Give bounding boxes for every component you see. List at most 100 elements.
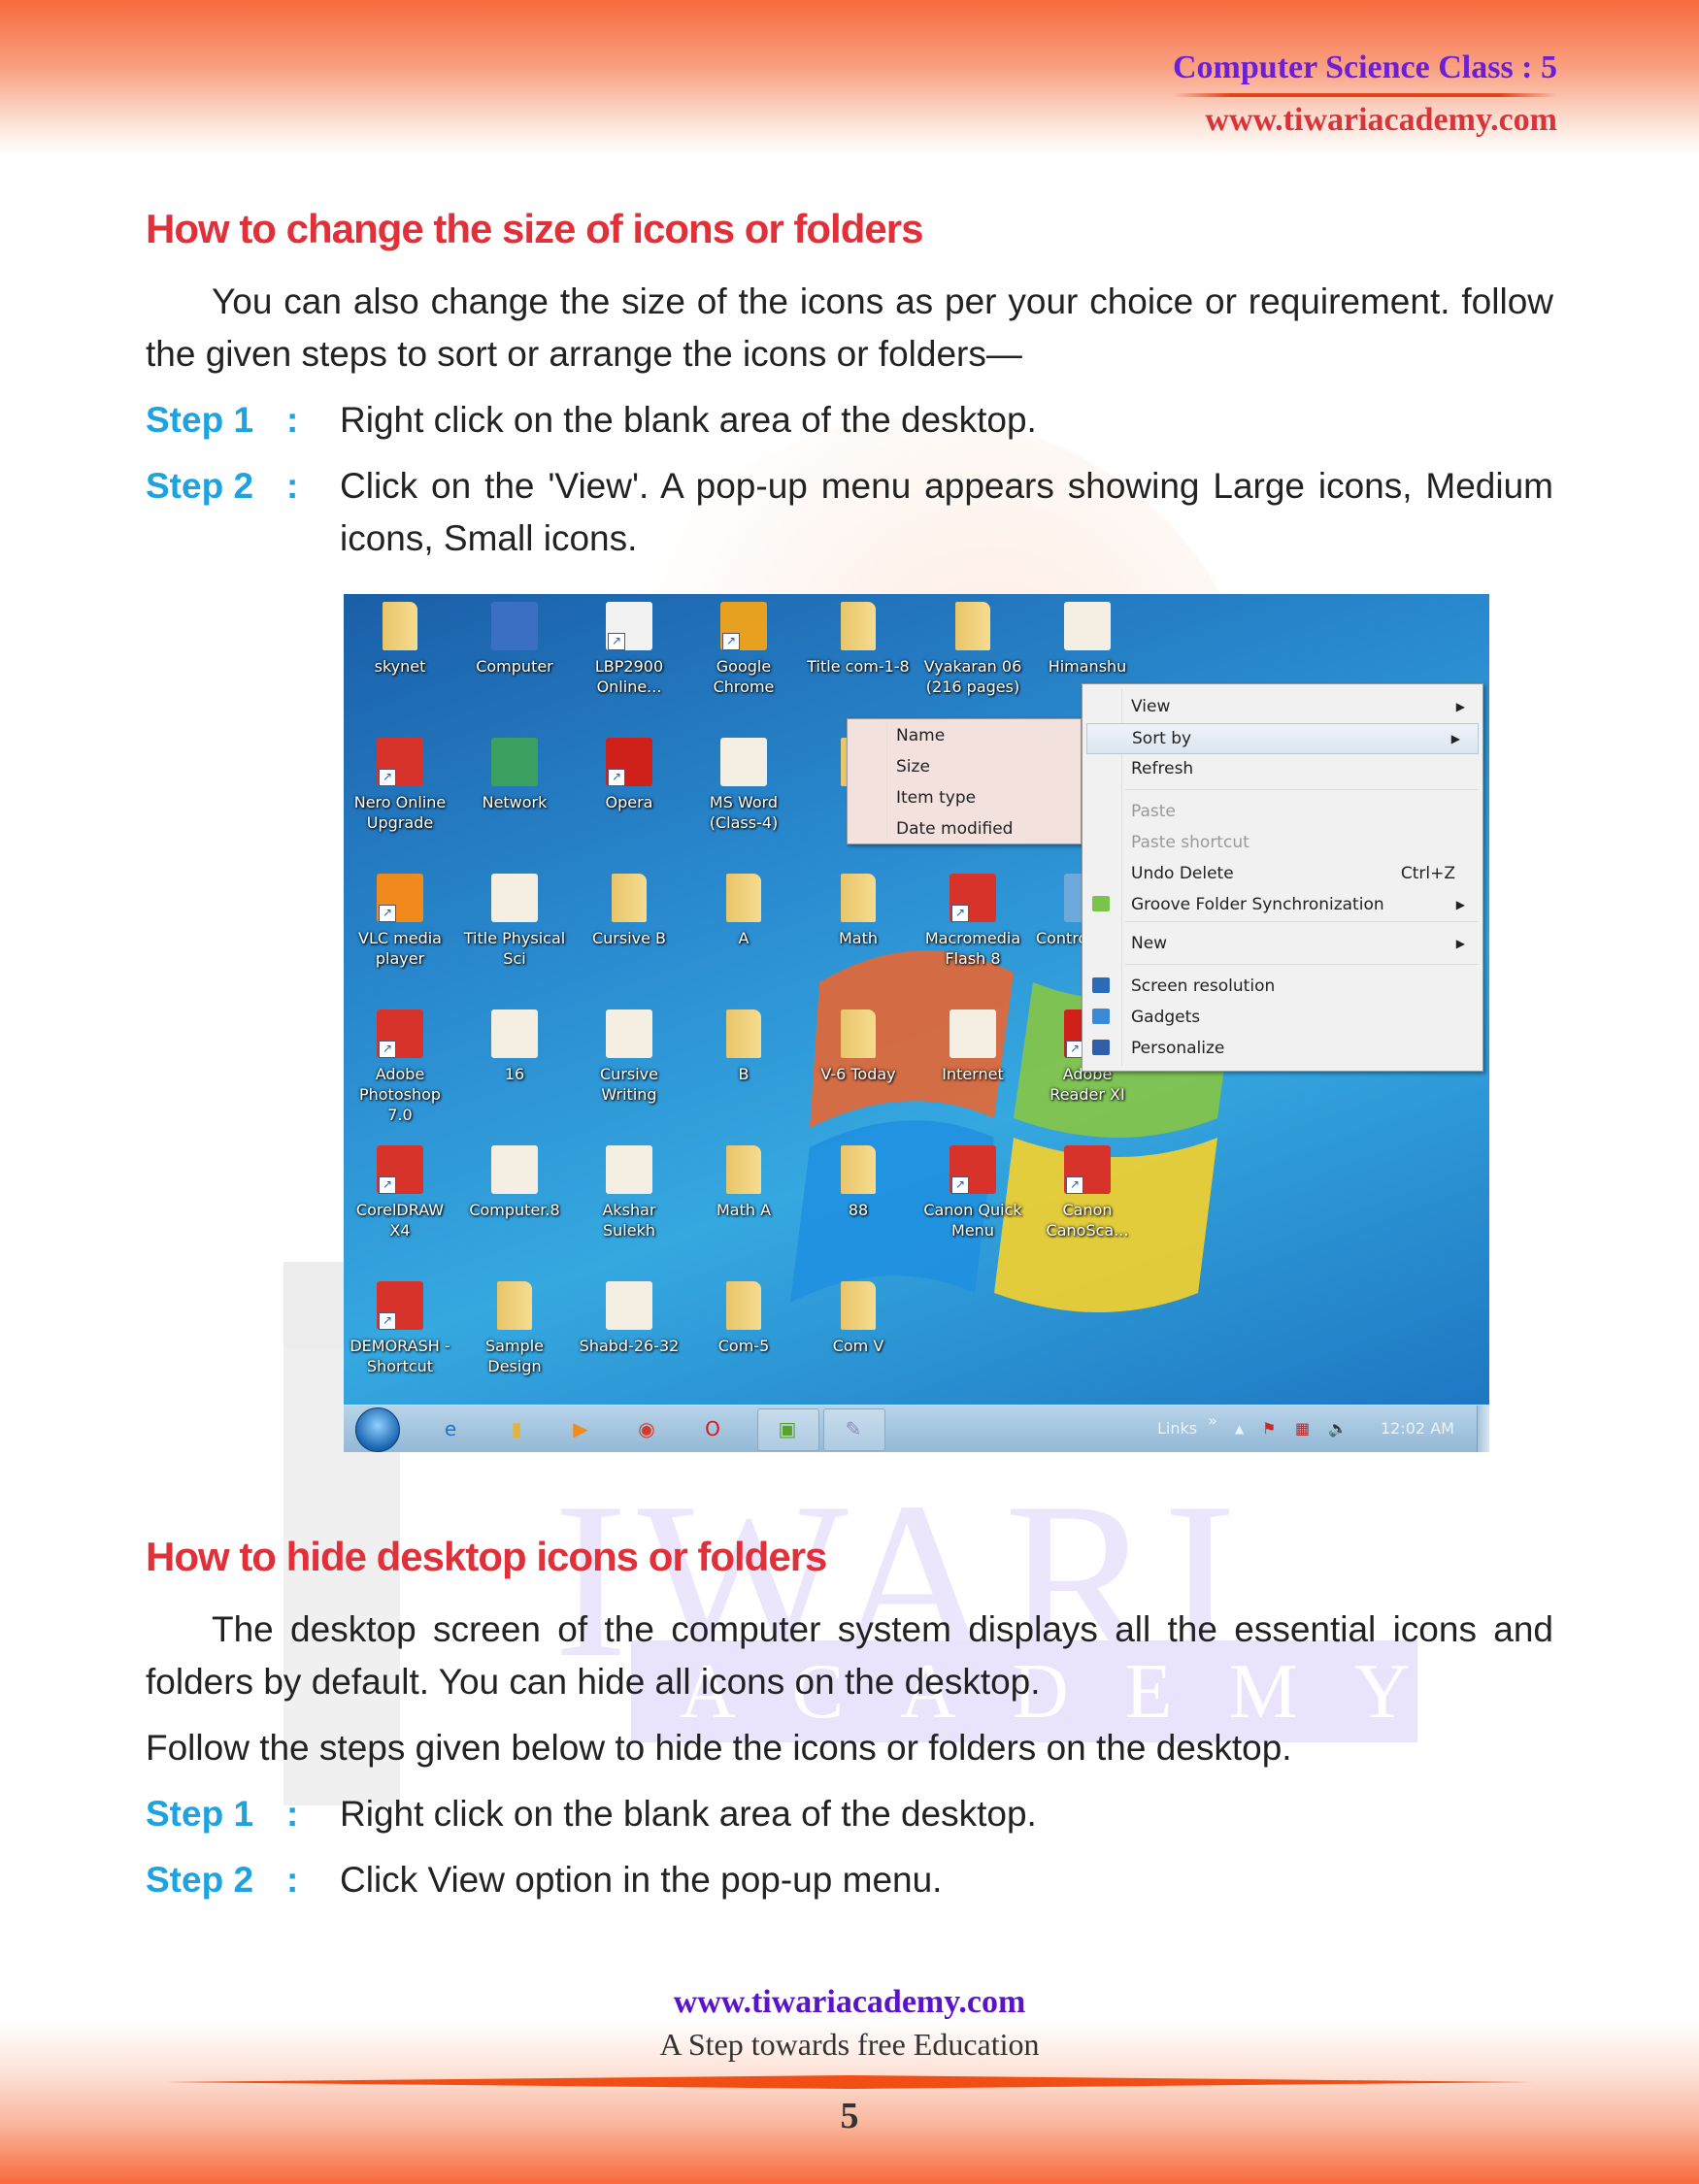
desktop-icon[interactable]: ↗ Nero Online Upgrade: [346, 738, 454, 833]
desktop-icon[interactable]: Internet: [918, 1009, 1027, 1084]
desktop-icon[interactable]: Network: [460, 738, 569, 812]
step-label: Step 2: [146, 466, 254, 506]
context-menu-item-gadgets[interactable]: Gadgets: [1083, 1003, 1482, 1032]
desktop-icon[interactable]: V-6 Today: [804, 1009, 913, 1084]
section2-follow: Follow the steps given below to hide the…: [146, 1728, 1292, 1768]
desktop-icon[interactable]: Akshar Sulekh: [575, 1145, 683, 1241]
app-shortcut-icon: ↗: [377, 738, 423, 786]
desktop-icon-label: MS Word (Class-4): [709, 793, 779, 832]
footer-url[interactable]: www.tiwariacademy.com: [0, 1984, 1699, 2021]
chrome-shortcut-icon: ↗: [720, 602, 767, 650]
desktop-icon[interactable]: Math A: [689, 1145, 798, 1220]
opera-shortcut-icon: ↗: [606, 738, 652, 786]
groove-icon: [1092, 896, 1110, 911]
menu-item-label: Undo Delete: [1131, 864, 1234, 883]
menu-separator: [1125, 964, 1479, 965]
desktop-icon[interactable]: Computer.8: [460, 1145, 569, 1220]
desktop-icon[interactable]: ↗ DEMORASH - Shortcut: [346, 1281, 454, 1376]
links-toolbar[interactable]: Links: [1157, 1406, 1197, 1452]
context-menu-item-undo-delete[interactable]: Undo Delete Ctrl+Z: [1083, 859, 1482, 888]
links-chevron[interactable]: »: [1208, 1398, 1217, 1444]
desktop-icon[interactable]: Vyakaran 06 (216 pages): [918, 602, 1027, 697]
desktop-icon[interactable]: ↗ Opera: [575, 738, 683, 812]
context-menu-item-view[interactable]: View ▶: [1083, 692, 1482, 721]
folder-icon: [841, 1281, 876, 1330]
context-menu-item-new[interactable]: New ▶: [1083, 929, 1482, 958]
step-label: Step 1: [146, 1794, 254, 1834]
desktop-icon-label: Nero Online Upgrade: [353, 793, 447, 832]
desktop-icon[interactable]: Title com-1-8: [804, 602, 913, 677]
taskbar-app-green[interactable]: ▣: [757, 1408, 819, 1451]
desktop-icon-label: Title com-1-8: [807, 657, 910, 676]
file-explorer-icon[interactable]: ▮: [503, 1415, 530, 1442]
start-button[interactable]: [355, 1407, 400, 1452]
desktop-icon[interactable]: 88: [804, 1145, 913, 1220]
desktop-icon[interactable]: ↗ Google Chrome: [689, 602, 798, 697]
desktop-icon[interactable]: B: [689, 1009, 798, 1084]
submenu-arrow-icon: ▶: [1455, 700, 1465, 713]
desktop-icon[interactable]: Cursive Writing: [575, 1009, 683, 1105]
desktop-icon[interactable]: Title Physical Sci: [460, 874, 569, 969]
folder-icon: [841, 1145, 876, 1194]
step-colon: :: [286, 466, 299, 506]
desktop-icon[interactable]: ↗ Macromedia Flash 8: [918, 874, 1027, 969]
desktop-icon[interactable]: MS Word (Class-4): [689, 738, 798, 833]
context-menu-item-sort-by[interactable]: Sort by ▶: [1086, 723, 1479, 754]
desktop-icon[interactable]: Himanshu: [1033, 602, 1142, 677]
sort-option-item-type[interactable]: Item type: [848, 783, 1081, 812]
desktop-icon-label: Opera: [605, 793, 653, 811]
step-text: Click on the 'View'. A pop-up menu appea…: [340, 466, 1553, 558]
sort-option-date-modified[interactable]: Date modified: [848, 814, 1081, 844]
shortcut-arrow-icon: ↗: [722, 633, 740, 650]
shortcut-arrow-icon: ↗: [608, 633, 625, 650]
desktop-icon[interactable]: skynet: [346, 602, 454, 677]
desktop-icon[interactable]: ↗ CorelDRAW X4: [346, 1145, 454, 1241]
desktop-icon[interactable]: ↗ LBP2900 Online...: [575, 602, 683, 697]
chrome-icon[interactable]: ◉: [633, 1415, 660, 1442]
action-center-icon[interactable]: ⚑: [1262, 1406, 1276, 1452]
desktop-icon[interactable]: A: [689, 874, 798, 948]
sort-by-submenu: Name Size Item type Date modified: [847, 718, 1082, 844]
desktop-icon[interactable]: Com V: [804, 1281, 913, 1356]
document-icon: [606, 1009, 652, 1058]
context-menu-item-personalize[interactable]: Personalize: [1083, 1034, 1482, 1063]
desktop-icon[interactable]: ↗ Canon CanoSca...: [1033, 1145, 1142, 1241]
internet-explorer-icon[interactable]: e: [437, 1415, 464, 1442]
desktop-icon[interactable]: Sample Design: [460, 1281, 569, 1376]
desktop-icon-label: skynet: [374, 657, 426, 676]
desktop-icon[interactable]: Cursive B: [575, 874, 683, 948]
media-player-icon[interactable]: ▶: [567, 1415, 594, 1442]
desktop-icon[interactable]: Com-5: [689, 1281, 798, 1356]
header-url[interactable]: www.tiwariacademy.com: [1173, 101, 1557, 140]
desktop-icon[interactable]: Math: [804, 874, 913, 948]
desktop-icon[interactable]: Computer: [460, 602, 569, 677]
network-tray-icon[interactable]: ▦: [1295, 1406, 1310, 1452]
desktop-icon-label: Google Chrome: [713, 657, 775, 696]
desktop-icon[interactable]: ↗ Adobe Photoshop 7.0: [346, 1009, 454, 1125]
menu-item-label: Sort by: [1132, 729, 1192, 748]
desktop-icon[interactable]: ↗ Canon Quick Menu: [918, 1145, 1027, 1241]
show-desktop-button[interactable]: [1477, 1406, 1489, 1452]
app-shortcut-icon: ↗: [949, 874, 996, 922]
volume-icon[interactable]: 🔈: [1328, 1406, 1348, 1452]
context-menu-item-groove-folder-synchronization[interactable]: Groove Folder Synchronization ▶: [1083, 890, 1482, 919]
sort-option-size[interactable]: Size: [848, 752, 1081, 781]
opera-icon[interactable]: O: [699, 1415, 726, 1442]
tray-expand-icon[interactable]: ▲: [1235, 1406, 1244, 1452]
document-icon: [949, 1009, 996, 1058]
desktop-icon-label: A: [738, 929, 750, 947]
context-menu-item-paste[interactable]: Paste: [1083, 797, 1482, 826]
desktop-icon[interactable]: 16: [460, 1009, 569, 1084]
context-menu-item-refresh[interactable]: Refresh: [1083, 754, 1482, 783]
desktop-icon-label: 88: [848, 1201, 869, 1219]
folder-icon: [726, 1145, 761, 1194]
clock[interactable]: 12:02 AM: [1381, 1406, 1454, 1452]
context-menu-item-screen-resolution[interactable]: Screen resolution: [1083, 972, 1482, 1001]
document-icon: [491, 874, 538, 922]
sort-option-name[interactable]: Name: [848, 721, 1081, 750]
context-menu-item-paste-shortcut[interactable]: Paste shortcut: [1083, 828, 1482, 857]
taskbar-app-paint[interactable]: ✎: [823, 1408, 885, 1451]
step-text: Click View option in the pop-up menu.: [340, 1860, 943, 1900]
desktop-icon[interactable]: ↗ VLC media player: [346, 874, 454, 969]
desktop-icon[interactable]: Shabd-26-32: [575, 1281, 683, 1356]
